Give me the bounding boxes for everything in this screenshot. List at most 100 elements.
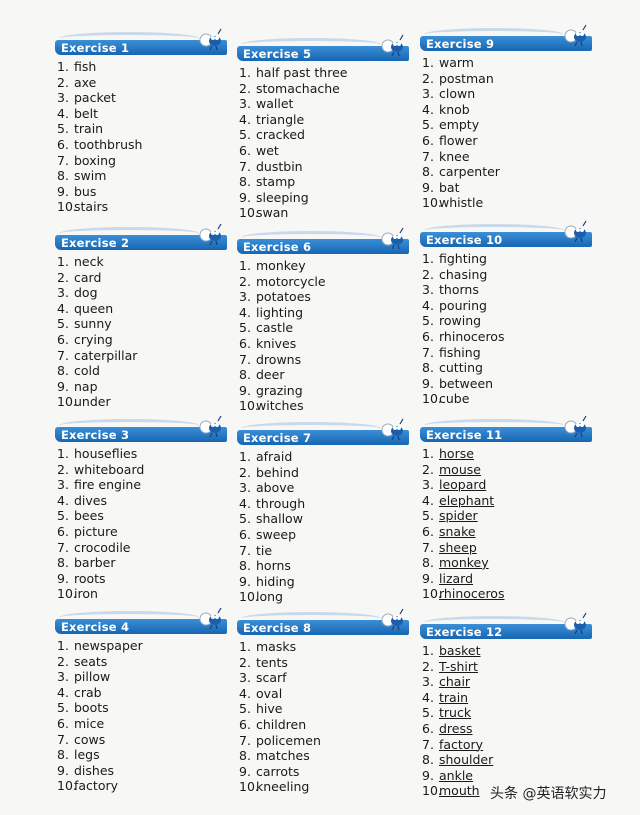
exercise-block: Exercise 11 1. horse 2. mouse 3. leopard 4. elep…	[420, 415, 595, 602]
exercise-block: Exercise 6 1. monkey 2. motorcycle 3. potatoes…	[237, 227, 412, 414]
item-number: 9.	[57, 762, 69, 778]
answer-word: bees	[74, 508, 104, 524]
answer-word: mouse	[439, 461, 481, 477]
item-number: 3.	[57, 90, 69, 106]
item-number: 5.	[239, 320, 251, 336]
list-item: 3. thorns	[422, 282, 595, 298]
answer-word: thorns	[439, 282, 479, 298]
list-item: 2. behind	[239, 465, 412, 481]
answer-word: snake	[439, 523, 476, 539]
exercise-header: Exercise 10	[420, 220, 595, 247]
answer-word: bus	[74, 183, 97, 199]
answer-word: rhinoceros	[439, 328, 505, 344]
exercise-block: Exercise 5 1. half past three 2. stomachache…	[237, 34, 412, 221]
item-number: 3.	[239, 289, 251, 305]
item-number: 3.	[239, 670, 251, 686]
answer-word: fish	[74, 59, 97, 74]
item-number: 4.	[422, 101, 434, 117]
answer-word: mouth	[439, 783, 480, 799]
list-item: 3. above	[239, 480, 412, 496]
list-item: 10.witches	[239, 398, 412, 414]
list-item: 1. newspaper	[57, 638, 230, 654]
item-number: 9.	[239, 763, 251, 779]
answer-word: grazing	[256, 382, 303, 398]
exercise-header: Exercise 8	[237, 608, 412, 635]
answer-list: 1. horse 2. mouse 3. leopard 4. elephant 5. spide…	[420, 446, 595, 602]
item-number: 8.	[239, 558, 251, 574]
exercise-title: Exercise 4	[61, 620, 130, 634]
bee-mascot-icon	[198, 28, 224, 51]
exercise-block: Exercise 7 1. afraid 2. behind 3. above 4. throu…	[237, 418, 412, 605]
list-item: 10.kneeling	[239, 779, 412, 795]
answer-word: chair	[439, 674, 471, 690]
answer-word: stamp	[256, 174, 296, 190]
item-number: 10.	[57, 778, 77, 794]
list-item: 7. crocodile	[57, 540, 230, 556]
item-number: 5.	[239, 511, 251, 527]
answer-word: dog	[74, 285, 98, 301]
list-item: 3. leopard	[422, 477, 595, 493]
answer-word: queen	[74, 300, 114, 316]
list-item: 7. drowns	[239, 352, 412, 368]
bee-mascot-icon	[380, 418, 406, 441]
list-item: 9. lizard	[422, 571, 595, 587]
list-item: 3. dog	[57, 285, 230, 301]
item-number: 2.	[422, 70, 434, 86]
answer-list: 1. fish 2. axe 3. packet 4. belt 5. train 6. toothb…	[55, 59, 230, 215]
item-number: 10.	[57, 586, 77, 602]
answer-word: cows	[74, 731, 106, 747]
answer-word: tie	[256, 542, 273, 558]
answer-word: postman	[439, 70, 494, 86]
bee-mascot-icon	[563, 220, 589, 243]
answer-word: policemen	[256, 732, 321, 748]
list-item: 4. crab	[57, 685, 230, 701]
answer-list: 1. newspaper 2. seats 3. pillow 4. crab 5. boots 6…	[55, 638, 230, 794]
answer-word: factory	[74, 778, 119, 794]
answer-word: between	[439, 375, 494, 391]
item-number: 3.	[57, 477, 69, 493]
list-item: 9. nap	[57, 379, 230, 395]
answer-word: sheep	[439, 539, 477, 555]
answer-word: clown	[439, 86, 476, 102]
answer-word: knives	[256, 335, 297, 351]
answer-word: factory	[439, 736, 484, 752]
list-item: 3. pillow	[57, 669, 230, 685]
item-number: 8.	[422, 360, 434, 376]
item-number: 9.	[57, 378, 69, 394]
list-item: 7. sheep	[422, 540, 595, 556]
item-number: 3.	[57, 669, 69, 685]
answer-word: matches	[256, 748, 310, 764]
exercise-title: Exercise 9	[426, 37, 495, 51]
answer-word: crocodile	[74, 539, 131, 555]
answer-word: lizard	[439, 570, 474, 586]
exercise-header: Exercise 5	[237, 34, 412, 61]
item-number: 10.	[422, 195, 442, 211]
list-item: 4. oval	[239, 686, 412, 702]
answer-word: barber	[74, 555, 116, 571]
answer-word: wet	[256, 142, 279, 158]
answer-word: picture	[74, 523, 118, 539]
answer-word: packet	[74, 90, 116, 106]
item-number: 2.	[57, 653, 69, 669]
answer-word: wallet	[256, 96, 294, 112]
answer-word: shoulder	[439, 752, 494, 768]
item-number: 8.	[239, 748, 251, 764]
item-number: 8.	[57, 168, 69, 184]
answer-word: tents	[256, 654, 288, 670]
list-item: 4. train	[422, 690, 595, 706]
item-number: 5.	[57, 316, 69, 332]
list-item: 10.stairs	[57, 199, 230, 215]
item-number: 2.	[239, 464, 251, 480]
list-item: 2. seats	[57, 654, 230, 670]
answer-word: boxing	[74, 152, 116, 168]
answer-word: stomachache	[256, 80, 340, 96]
answer-word: castle	[256, 320, 294, 336]
answer-word: nap	[74, 378, 98, 394]
item-number: 1.	[239, 258, 251, 273]
answer-word: dives	[74, 492, 108, 508]
list-item: 9. carrots	[239, 764, 412, 780]
answer-word: carpenter	[439, 164, 500, 180]
answer-word: spider	[439, 508, 478, 524]
list-item: 7. factory	[422, 737, 595, 753]
list-item: 1. fish	[57, 59, 230, 75]
